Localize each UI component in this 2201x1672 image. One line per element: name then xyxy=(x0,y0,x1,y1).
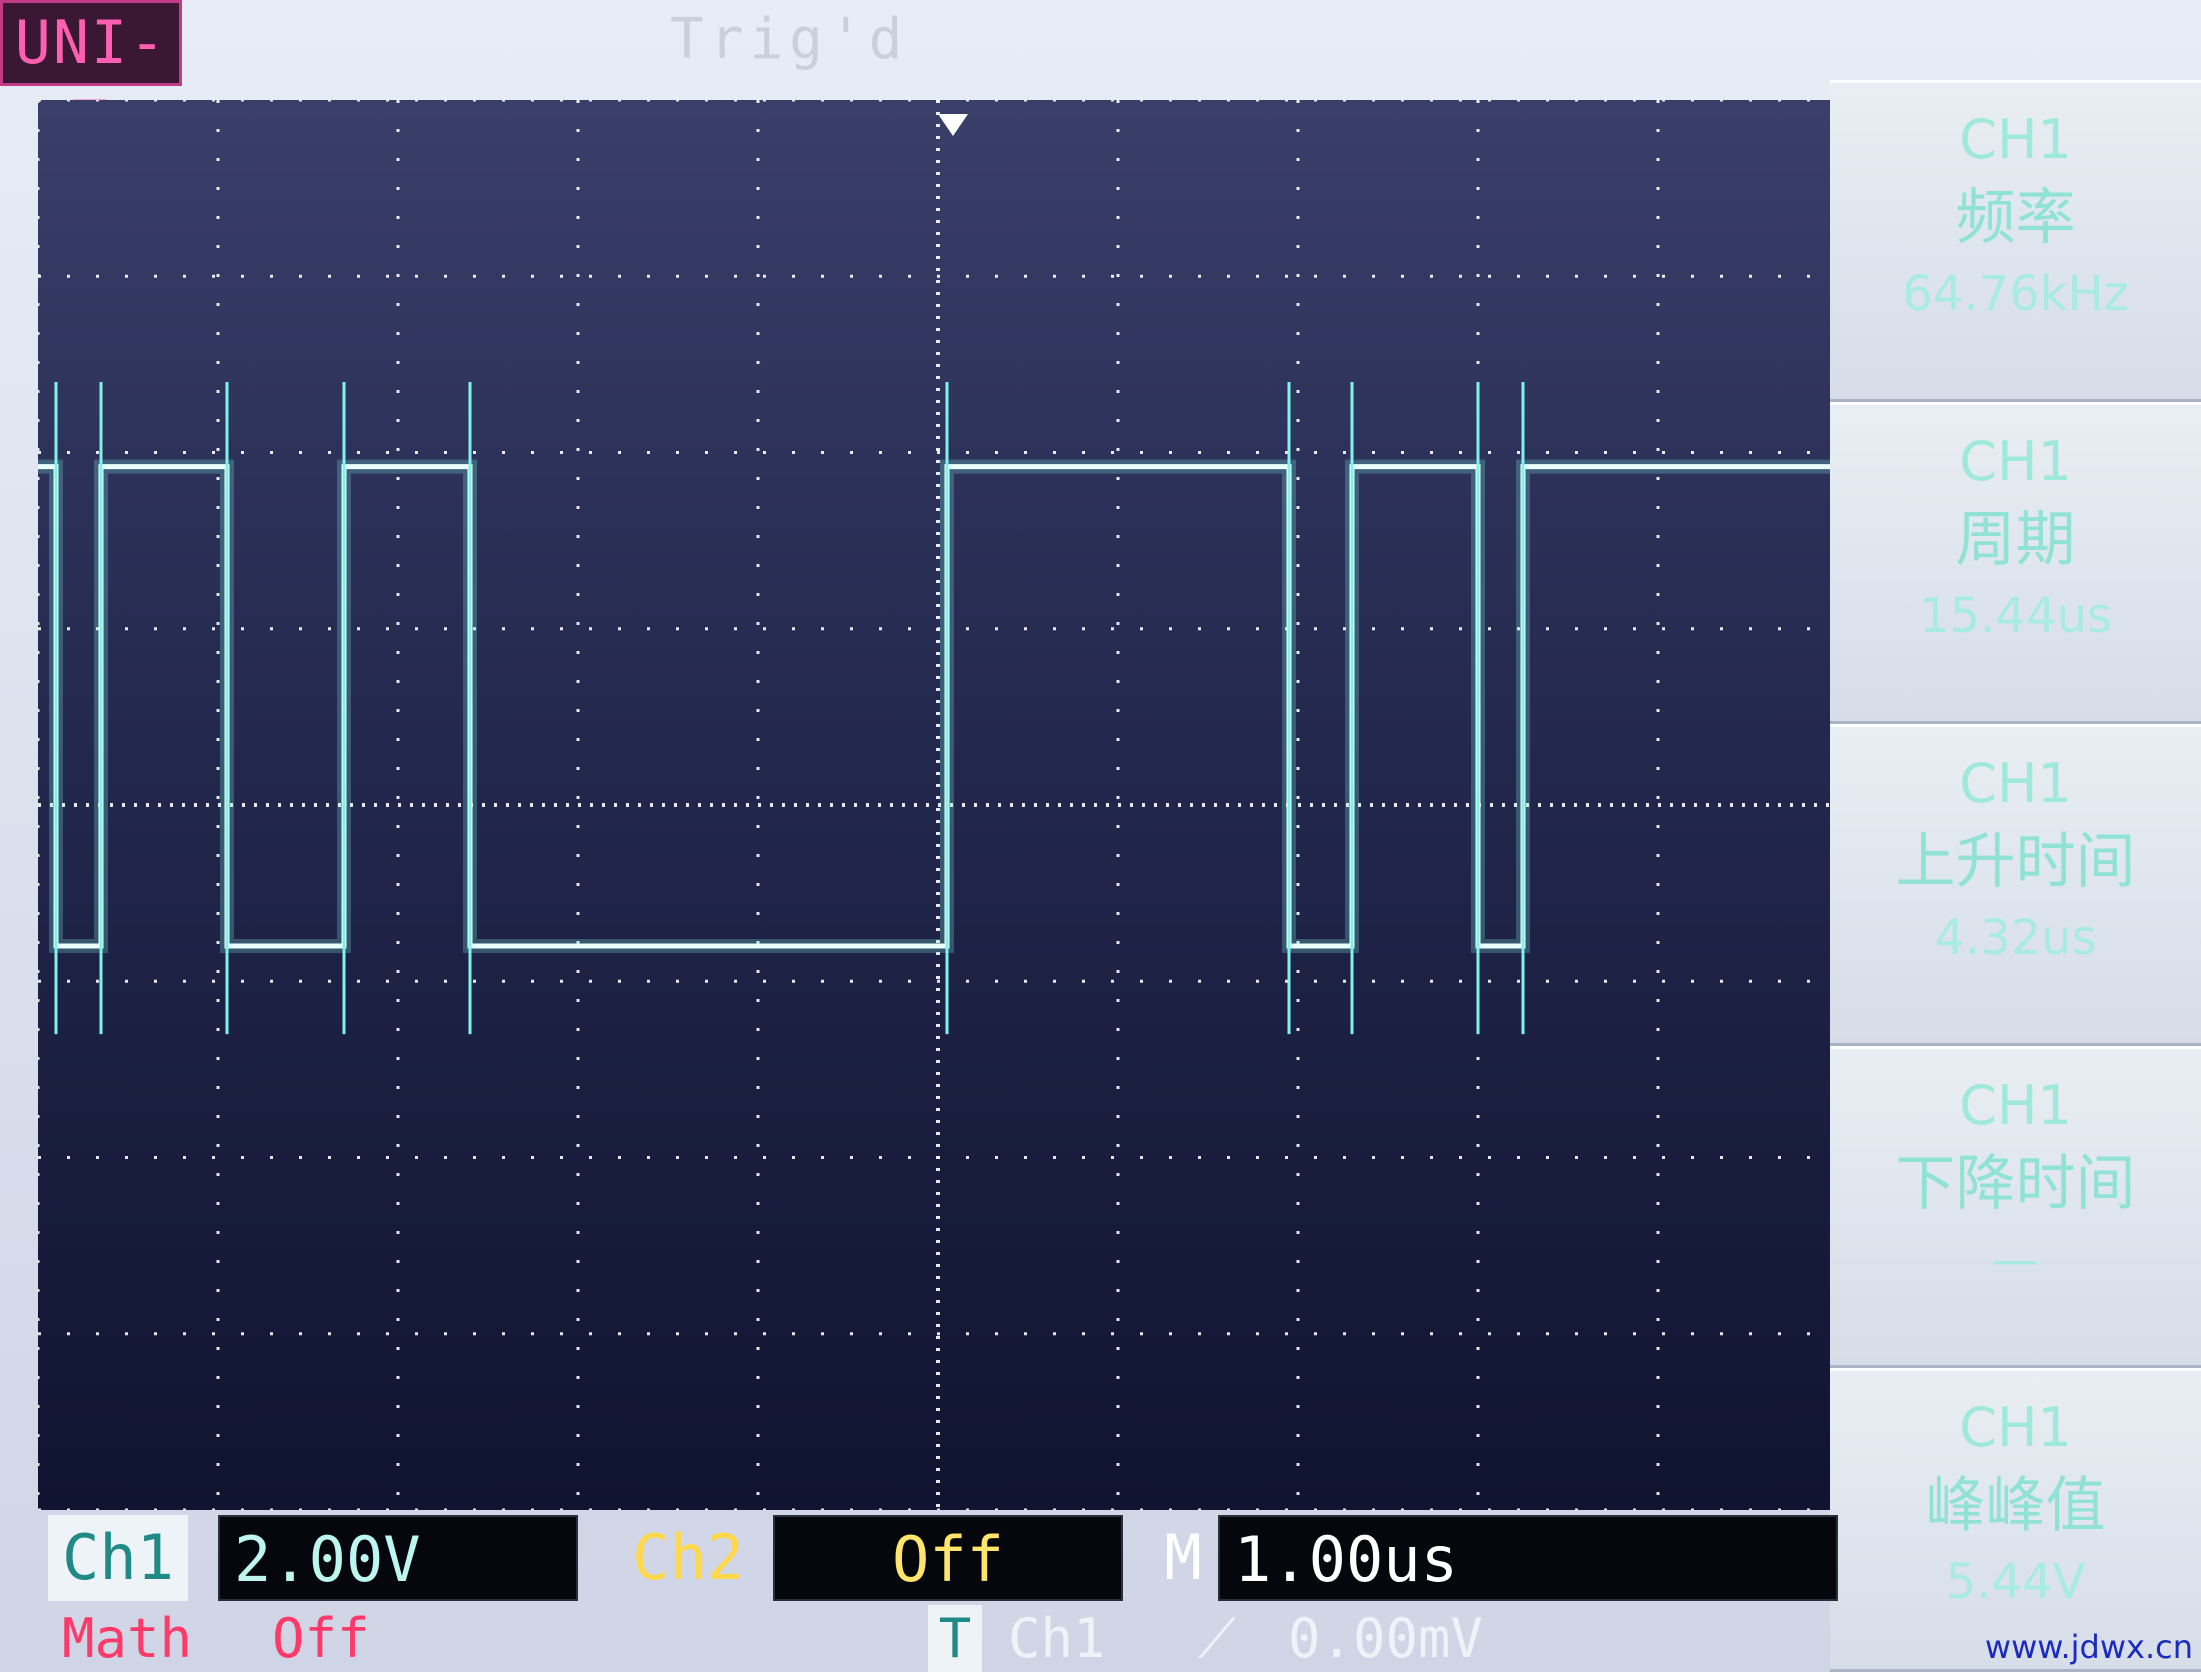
menu-measure-value: 4.32us xyxy=(1934,910,2097,966)
ch1-trace xyxy=(38,464,1838,949)
trigger-state-label: Trig'd xyxy=(670,7,909,72)
menu-channel-label: CH1 xyxy=(1959,752,2072,815)
menu-item-frequency[interactable]: CH1 频率 64.76kHz xyxy=(1830,80,2201,402)
waveform-screen xyxy=(38,100,1838,1510)
trigger-source: Ch1 xyxy=(1008,1607,1106,1670)
timebase-value: 1.00us xyxy=(1218,1515,1838,1601)
menu-measure-name: 频率 xyxy=(1955,183,2076,253)
menu-item-peak-to-peak[interactable]: CH1 峰峰值 5.44V xyxy=(1830,1368,2201,1672)
ch1-trace-glow xyxy=(38,459,1838,953)
ch2-state: Off xyxy=(773,1515,1123,1601)
menu-measure-name: 下降时间 xyxy=(1895,1149,2136,1219)
measure-menu: CH1 频率 64.76kHz CH1 周期 15.44us CH1 上升时间 … xyxy=(1830,80,2201,1672)
math-trigger-bar: Math Off T Ch1 ⟋ 0.00mV xyxy=(48,1605,1838,1672)
menu-measure-value: — xyxy=(1991,1232,2040,1288)
ch1-trace-group xyxy=(38,382,1838,1035)
ch1-label[interactable]: Ch1 xyxy=(48,1515,188,1601)
menu-measure-value: 15.44us xyxy=(1919,588,2112,644)
trigger-position-icon xyxy=(938,114,968,136)
waveform-plot xyxy=(38,100,1838,1510)
rising-edge-icon: ⟋ xyxy=(1198,1607,1236,1670)
menu-measure-value: 5.44V xyxy=(1945,1554,2086,1610)
brand-logo: UNI-T xyxy=(0,0,182,158)
menu-measure-value: 64.76kHz xyxy=(1902,266,2129,322)
menu-item-fall-time[interactable]: CH1 下降时间 — xyxy=(1830,1046,2201,1368)
menu-channel-label: CH1 xyxy=(1959,430,2072,493)
menu-channel-label: CH1 xyxy=(1959,108,2072,171)
menu-channel-label: CH1 xyxy=(1959,1396,2072,1459)
trigger-level: 0.00mV xyxy=(1288,1607,1484,1670)
ch2-label[interactable]: Ch2 xyxy=(608,1515,768,1601)
menu-measure-name: 周期 xyxy=(1955,505,2076,575)
menu-measure-name: 峰峰值 xyxy=(1925,1471,2106,1541)
watermark: www.jdwx.cn xyxy=(1984,1628,2193,1666)
menu-item-rise-time[interactable]: CH1 上升时间 4.32us xyxy=(1830,724,2201,1046)
channel-status-bar: Ch1 2.00V Ch2 Off M 1.00us xyxy=(48,1515,1838,1605)
menu-channel-label: CH1 xyxy=(1959,1074,2072,1137)
math-label[interactable]: Math xyxy=(62,1605,192,1672)
menu-measure-name: 上升时间 xyxy=(1895,827,2136,897)
menu-item-period[interactable]: CH1 周期 15.44us xyxy=(1830,402,2201,724)
oscilloscope-display: UNI-T Trig'd CH1 频率 64.76kHz CH1 周期 15.4… xyxy=(0,0,2201,1672)
ch1-scale: 2.00V xyxy=(218,1515,578,1601)
timebase-marker: M xyxy=(1164,1521,1202,1594)
math-state: Off xyxy=(272,1607,370,1670)
trigger-marker-icon: T xyxy=(928,1605,982,1672)
graticule xyxy=(38,100,1838,1510)
